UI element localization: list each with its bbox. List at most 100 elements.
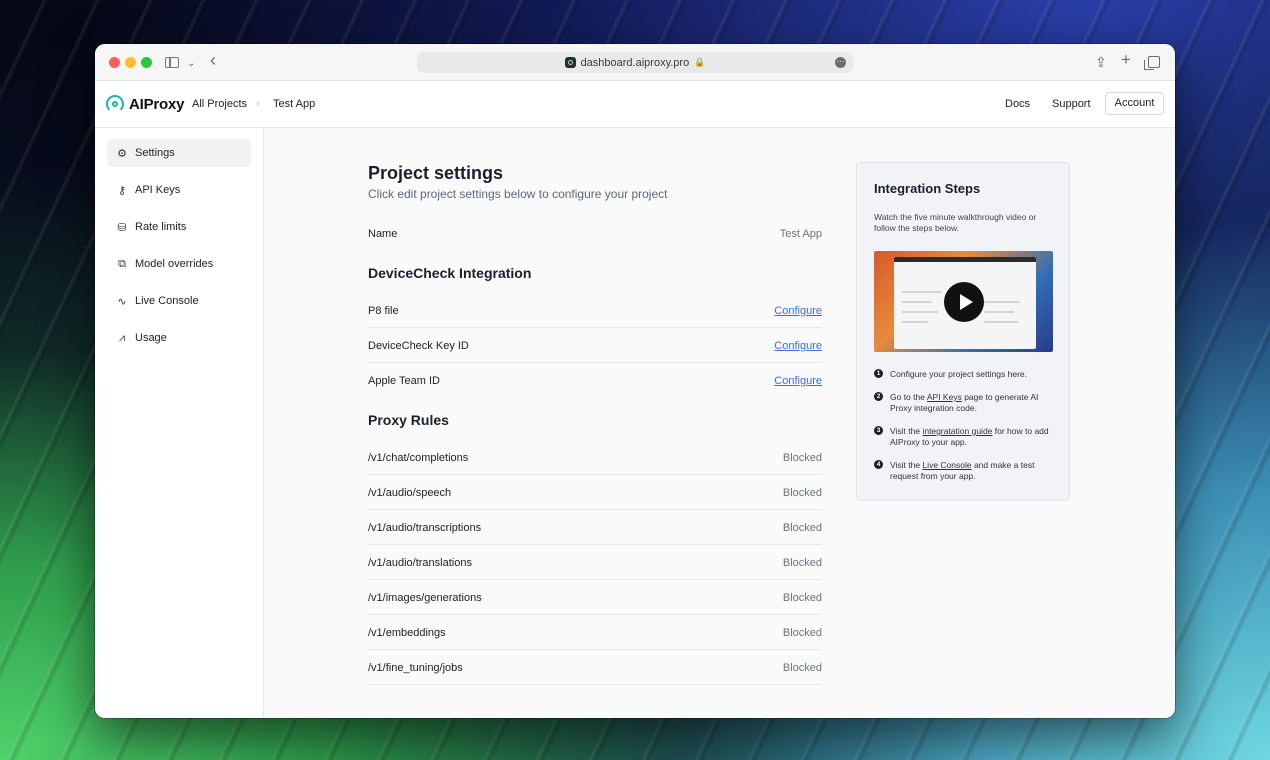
sidebar-item-settings[interactable]: ⚙ Settings [107,139,251,167]
step-text: Configure your project settings here. [890,369,1028,379]
share-icon[interactable]: ⇪ [1095,53,1107,71]
devicecheck-section-title: DeviceCheck Integration [368,265,532,281]
devicecheck-row-p8-file: P8 file Configure [368,293,822,328]
activity-icon: ∿ [117,295,127,308]
tab-overview-icon[interactable] [1144,56,1160,70]
row-label: Apple Team ID [368,375,440,387]
devicecheck-row-team-id: Apple Team ID Configure [368,363,822,398]
brand-logo[interactable]: AIProxy [106,95,184,113]
account-button[interactable]: Account [1105,92,1164,115]
sidebar-item-label: Live Console [135,295,199,307]
video-thumbnail-line [902,291,942,293]
gear-icon: ⚙ [117,147,127,160]
integration-steps-description: Watch the five minute walkthrough video … [874,212,1037,233]
proxy-rule-row[interactable]: /v1/images/generations Blocked [368,580,822,615]
proxy-rule-row[interactable]: /v1/audio/transcriptions Blocked [368,510,822,545]
back-arrow-icon[interactable]: ‹ [210,51,216,69]
sidebar-item-label: API Keys [135,184,181,196]
sidebar-toggle-icon[interactable] [165,57,179,68]
sidebar-item-usage[interactable]: ⩘ Usage [107,324,251,352]
database-icon: ⛁ [117,221,127,234]
step-number-badge: 4 [874,460,883,469]
breadcrumb-all-projects[interactable]: All Projects [192,98,247,110]
aiproxy-logo-icon [106,95,124,113]
sidebar-item-live-console[interactable]: ∿ Live Console [107,287,251,315]
proxy-rule-path: /v1/fine_tuning/jobs [368,662,463,674]
configure-p8-file-link[interactable]: Configure [774,305,822,317]
sidebar-item-label: Rate limits [135,221,187,233]
walkthrough-video[interactable] [874,251,1053,352]
proxy-rule-status: Blocked [782,522,822,534]
browser-titlebar: ⌄ ‹ dashboard.aiproxy.pro 🔒 ··· ⇪ + [95,44,1175,81]
proxy-rule-status: Blocked [782,452,822,464]
row-label: P8 file [368,305,399,317]
main-content: Project settings Click edit project sett… [264,128,1175,718]
close-window-button[interactable] [109,57,120,68]
proxy-rule-status: Blocked [782,592,822,604]
proxy-rule-path: /v1/embeddings [368,627,446,639]
sidebar-item-label: Settings [135,147,175,159]
devicecheck-row-key-id: DeviceCheck Key ID Configure [368,328,822,363]
proxy-rule-row[interactable]: /v1/chat/completions Blocked [368,440,822,475]
integration-step: 1 Configure your project settings here. [874,369,1060,380]
breadcrumb-current-project[interactable]: Test App [273,98,315,110]
video-thumbnail-line [984,301,1020,303]
proxy-rule-row[interactable]: /v1/embeddings Blocked [368,615,822,650]
proxy-rule-path: /v1/audio/translations [368,557,472,569]
browser-window: ⌄ ‹ dashboard.aiproxy.pro 🔒 ··· ⇪ + AIPr… [95,44,1175,718]
row-label: DeviceCheck Key ID [368,340,469,352]
step-number-badge: 3 [874,426,883,435]
page-title: Project settings [368,163,504,183]
proxy-rule-row[interactable]: /v1/audio/translations Blocked [368,545,822,580]
docs-link[interactable]: Docs [1005,98,1030,110]
proxy-rule-status: Blocked [782,627,822,639]
proxy-rules-section-title: Proxy Rules [368,412,449,428]
step-number-badge: 1 [874,369,883,378]
app-header: AIProxy All Projects › Test App Docs Sup… [95,81,1175,128]
sidebar-item-rate-limits[interactable]: ⛁ Rate limits [107,213,251,241]
step-number-badge: 2 [874,392,883,401]
lock-icon: 🔒 [694,57,706,67]
address-bar[interactable]: dashboard.aiproxy.pro 🔒 ··· [417,52,853,73]
integration-steps-card: Integration Steps Watch the five minute … [856,162,1070,501]
video-thumbnail-bar [894,257,1036,262]
video-thumbnail-line [902,311,938,313]
proxy-rule-path: /v1/images/generations [368,592,482,604]
chevron-down-icon[interactable]: ⌄ [187,55,195,73]
api-keys-link[interactable]: API Keys [927,392,962,402]
layers-icon: ⧉ [118,257,126,270]
proxy-rule-path: /v1/audio/transcriptions [368,522,482,534]
step-text: Visit the [890,460,923,470]
proxy-rule-row[interactable]: /v1/audio/speech Blocked [368,475,822,510]
sidebar-item-api-keys[interactable]: ⚷ API Keys [107,176,251,204]
sidebar-item-label: Usage [135,332,167,344]
site-favicon-icon [564,57,576,68]
configure-key-id-link[interactable]: Configure [774,340,822,352]
zoom-window-button[interactable] [141,57,152,68]
step-text: Go to the [890,392,927,402]
proxy-rule-status: Blocked [782,662,822,674]
live-console-link[interactable]: Live Console [922,460,971,470]
chart-icon: ⩘ [118,331,126,344]
url-text: dashboard.aiproxy.pro [580,56,690,69]
page-subtitle: Click edit project settings below to con… [368,187,668,201]
sidebar-item-model-overrides[interactable]: ⧉ Model overrides [107,250,251,278]
play-icon[interactable] [944,282,984,322]
proxy-rule-path: /v1/audio/speech [368,487,452,499]
proxy-rule-row[interactable]: /v1/fine_tuning/jobs Blocked [368,650,822,685]
more-options-icon[interactable]: ··· [835,57,846,68]
proxy-rule-status: Blocked [782,557,822,569]
proxy-rule-status: Blocked [782,487,822,499]
minimize-window-button[interactable] [125,57,136,68]
sidebar: ⚙ Settings ⚷ API Keys ⛁ Rate limits ⧉ Mo… [95,128,264,718]
new-tab-icon[interactable]: + [1121,51,1131,69]
integration-steps-title: Integration Steps [874,181,981,196]
configure-team-id-link[interactable]: Configure [774,375,822,387]
sidebar-item-label: Model overrides [135,258,214,270]
video-thumbnail-line [902,301,932,303]
key-icon: ⚷ [117,184,127,197]
video-thumbnail-line [984,321,1018,323]
support-link[interactable]: Support [1052,98,1091,110]
integration-step: 3 Visit the integratation guide for how … [874,426,1060,448]
integration-guide-link[interactable]: integratation guide [922,426,992,436]
